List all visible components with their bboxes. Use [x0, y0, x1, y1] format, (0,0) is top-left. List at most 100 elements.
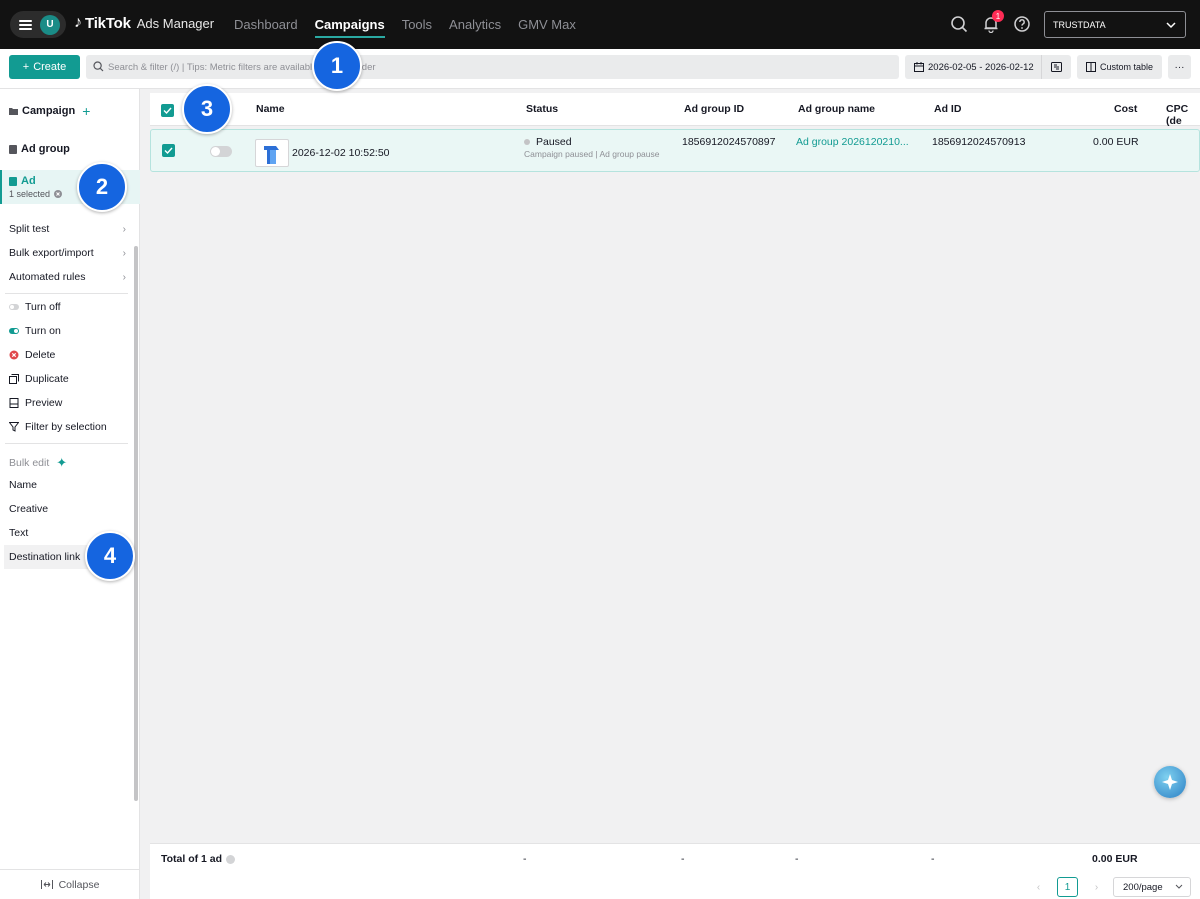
table-total-row: Total of 1 ad - - - - 0.00 EUR	[150, 843, 1200, 873]
page-number[interactable]: 1	[1057, 877, 1078, 897]
ad-icon	[9, 176, 17, 186]
bulk-edit-creative-label: Creative	[9, 503, 49, 515]
row-checkbox[interactable]	[162, 144, 175, 157]
per-page-select[interactable]: 200/page	[1113, 877, 1191, 897]
status-label: Paused	[536, 136, 572, 148]
bulk-edit-creative[interactable]: Creative	[0, 497, 130, 521]
sidebar: Campaign + Ad group Ad 1 selected Split …	[0, 89, 140, 899]
action-turn-off[interactable]: Turn off	[0, 295, 130, 319]
collapse-sidebar-button[interactable]: Collapse	[0, 869, 140, 899]
custom-table-button[interactable]: Custom table	[1077, 55, 1162, 79]
help-icon[interactable]	[1013, 15, 1031, 33]
col-ad-id[interactable]: Ad ID	[934, 103, 961, 115]
ad-id: 1856912024570913	[932, 136, 1026, 148]
ad-cost: 0.00 EUR	[1093, 136, 1139, 148]
menu-icon	[19, 19, 32, 30]
menu-bulk-export-import[interactable]: Bulk export/import ›	[0, 241, 130, 265]
action-turn-on[interactable]: Turn on	[0, 319, 130, 343]
add-campaign-icon[interactable]: +	[82, 103, 90, 119]
menu-automated-rules[interactable]: Automated rules ›	[0, 265, 130, 289]
divider	[5, 443, 128, 444]
bulk-edit-label: Bulk edit	[9, 457, 50, 469]
search-filter-input[interactable]: Search & filter (/) | Tips: Metric filte…	[86, 55, 899, 79]
ad-status-toggle[interactable]	[210, 146, 232, 157]
menu-bulk-export-label: Bulk export/import	[9, 247, 94, 259]
ad-label: Ad	[21, 175, 36, 187]
nav-campaigns[interactable]: Campaigns	[314, 17, 385, 38]
table-row[interactable]: 2026-12-02 10:52:50 Paused Campaign paus…	[150, 129, 1200, 172]
create-button[interactable]: + Create	[9, 55, 80, 79]
more-options-button[interactable]: ···	[1168, 55, 1191, 79]
ad-group-name-link[interactable]: Ad group 2026120210...	[796, 136, 909, 148]
prev-page-button[interactable]: ‹	[1028, 877, 1049, 897]
plus-icon: +	[22, 61, 30, 73]
avatar[interactable]: U	[40, 14, 60, 35]
tiktok-ads-manager-logo[interactable]: ♪ TikTok Ads Manager	[74, 14, 214, 32]
clear-selection-icon[interactable]	[54, 190, 63, 198]
select-all-checkbox[interactable]	[161, 104, 174, 117]
creative-thumbnail-icon	[264, 146, 279, 164]
col-name[interactable]: Name	[256, 103, 285, 115]
action-delete[interactable]: Delete	[0, 343, 130, 367]
chevron-right-icon: ›	[122, 223, 126, 235]
callout-3: 3	[182, 84, 232, 134]
preview-label: Preview	[25, 397, 63, 409]
callout-2: 2	[77, 162, 127, 212]
menu-split-test[interactable]: Split test ›	[0, 217, 130, 241]
per-page-value: 200/page	[1123, 881, 1163, 893]
compare-icon[interactable]	[1051, 62, 1062, 72]
info-icon[interactable]	[226, 854, 236, 864]
duplicate-label: Duplicate	[25, 373, 69, 385]
action-duplicate[interactable]: Duplicate	[0, 367, 130, 391]
col-ad-group-id[interactable]: Ad group ID	[684, 103, 744, 115]
folder-icon	[9, 108, 18, 115]
next-page-button[interactable]: ›	[1086, 877, 1107, 897]
toggle-off-icon	[9, 304, 19, 310]
calendar-icon	[914, 62, 924, 72]
total-label: Total of 1 ad	[161, 853, 236, 865]
sidebar-level-campaign[interactable]: Campaign +	[0, 103, 140, 119]
sidebar-scrollbar[interactable]	[134, 246, 138, 801]
campaign-label: Campaign	[22, 105, 76, 117]
turn-off-label: Turn off	[25, 301, 61, 313]
date-range-value: 2026-02-05 - 2026-02-12	[928, 61, 1034, 73]
delete-icon	[9, 350, 19, 360]
account-selector[interactable]: TRUSTDATA	[1044, 11, 1186, 38]
date-range-picker[interactable]: 2026-02-05 - 2026-02-12	[905, 55, 1071, 79]
total-status: -	[523, 853, 527, 865]
preview-icon	[9, 398, 19, 408]
status-detail: Campaign paused | Ad group pause	[524, 149, 660, 159]
search-icon[interactable]	[950, 15, 968, 33]
ads-table: Name Status Ad group ID Ad group name Ad…	[150, 93, 1200, 899]
col-cost[interactable]: Cost	[1114, 103, 1137, 115]
nav-dashboard[interactable]: Dashboard	[234, 17, 298, 36]
search-icon	[93, 61, 104, 72]
ad-name[interactable]: 2026-12-02 10:52:50	[292, 147, 390, 159]
ad-selected-count: 1 selected	[9, 189, 51, 199]
sidebar-level-adgroup[interactable]: Ad group	[0, 141, 140, 157]
turn-on-label: Turn on	[25, 325, 61, 337]
menu-toggle[interactable]: U	[10, 11, 66, 38]
col-ad-group-name[interactable]: Ad group name	[798, 103, 875, 115]
callout-4: 4	[85, 531, 135, 581]
chevron-right-icon: ›	[122, 271, 126, 283]
action-filter-by-selection[interactable]: Filter by selection	[0, 415, 130, 439]
toggle-on-icon	[9, 328, 19, 334]
nav-tools[interactable]: Tools	[402, 17, 432, 36]
ai-assistant-button[interactable]	[1154, 766, 1186, 798]
action-preview[interactable]: Preview	[0, 391, 130, 415]
total-cost: 0.00 EUR	[1092, 853, 1138, 865]
col-cpc[interactable]: CPC (de	[1166, 103, 1200, 127]
ad-thumbnail[interactable]	[255, 139, 289, 167]
account-name: TRUSTDATA	[1053, 19, 1106, 30]
bulk-edit-name[interactable]: Name	[0, 473, 130, 497]
notification-badge: 1	[992, 10, 1004, 22]
nav-gmv-max[interactable]: GMV Max	[518, 17, 576, 36]
collapse-label: Collapse	[58, 878, 100, 891]
create-button-label: Create	[33, 61, 67, 73]
check-icon	[163, 107, 172, 114]
col-status[interactable]: Status	[526, 103, 558, 115]
check-icon	[164, 147, 173, 154]
filter-icon	[9, 422, 19, 432]
nav-analytics[interactable]: Analytics	[449, 17, 501, 36]
